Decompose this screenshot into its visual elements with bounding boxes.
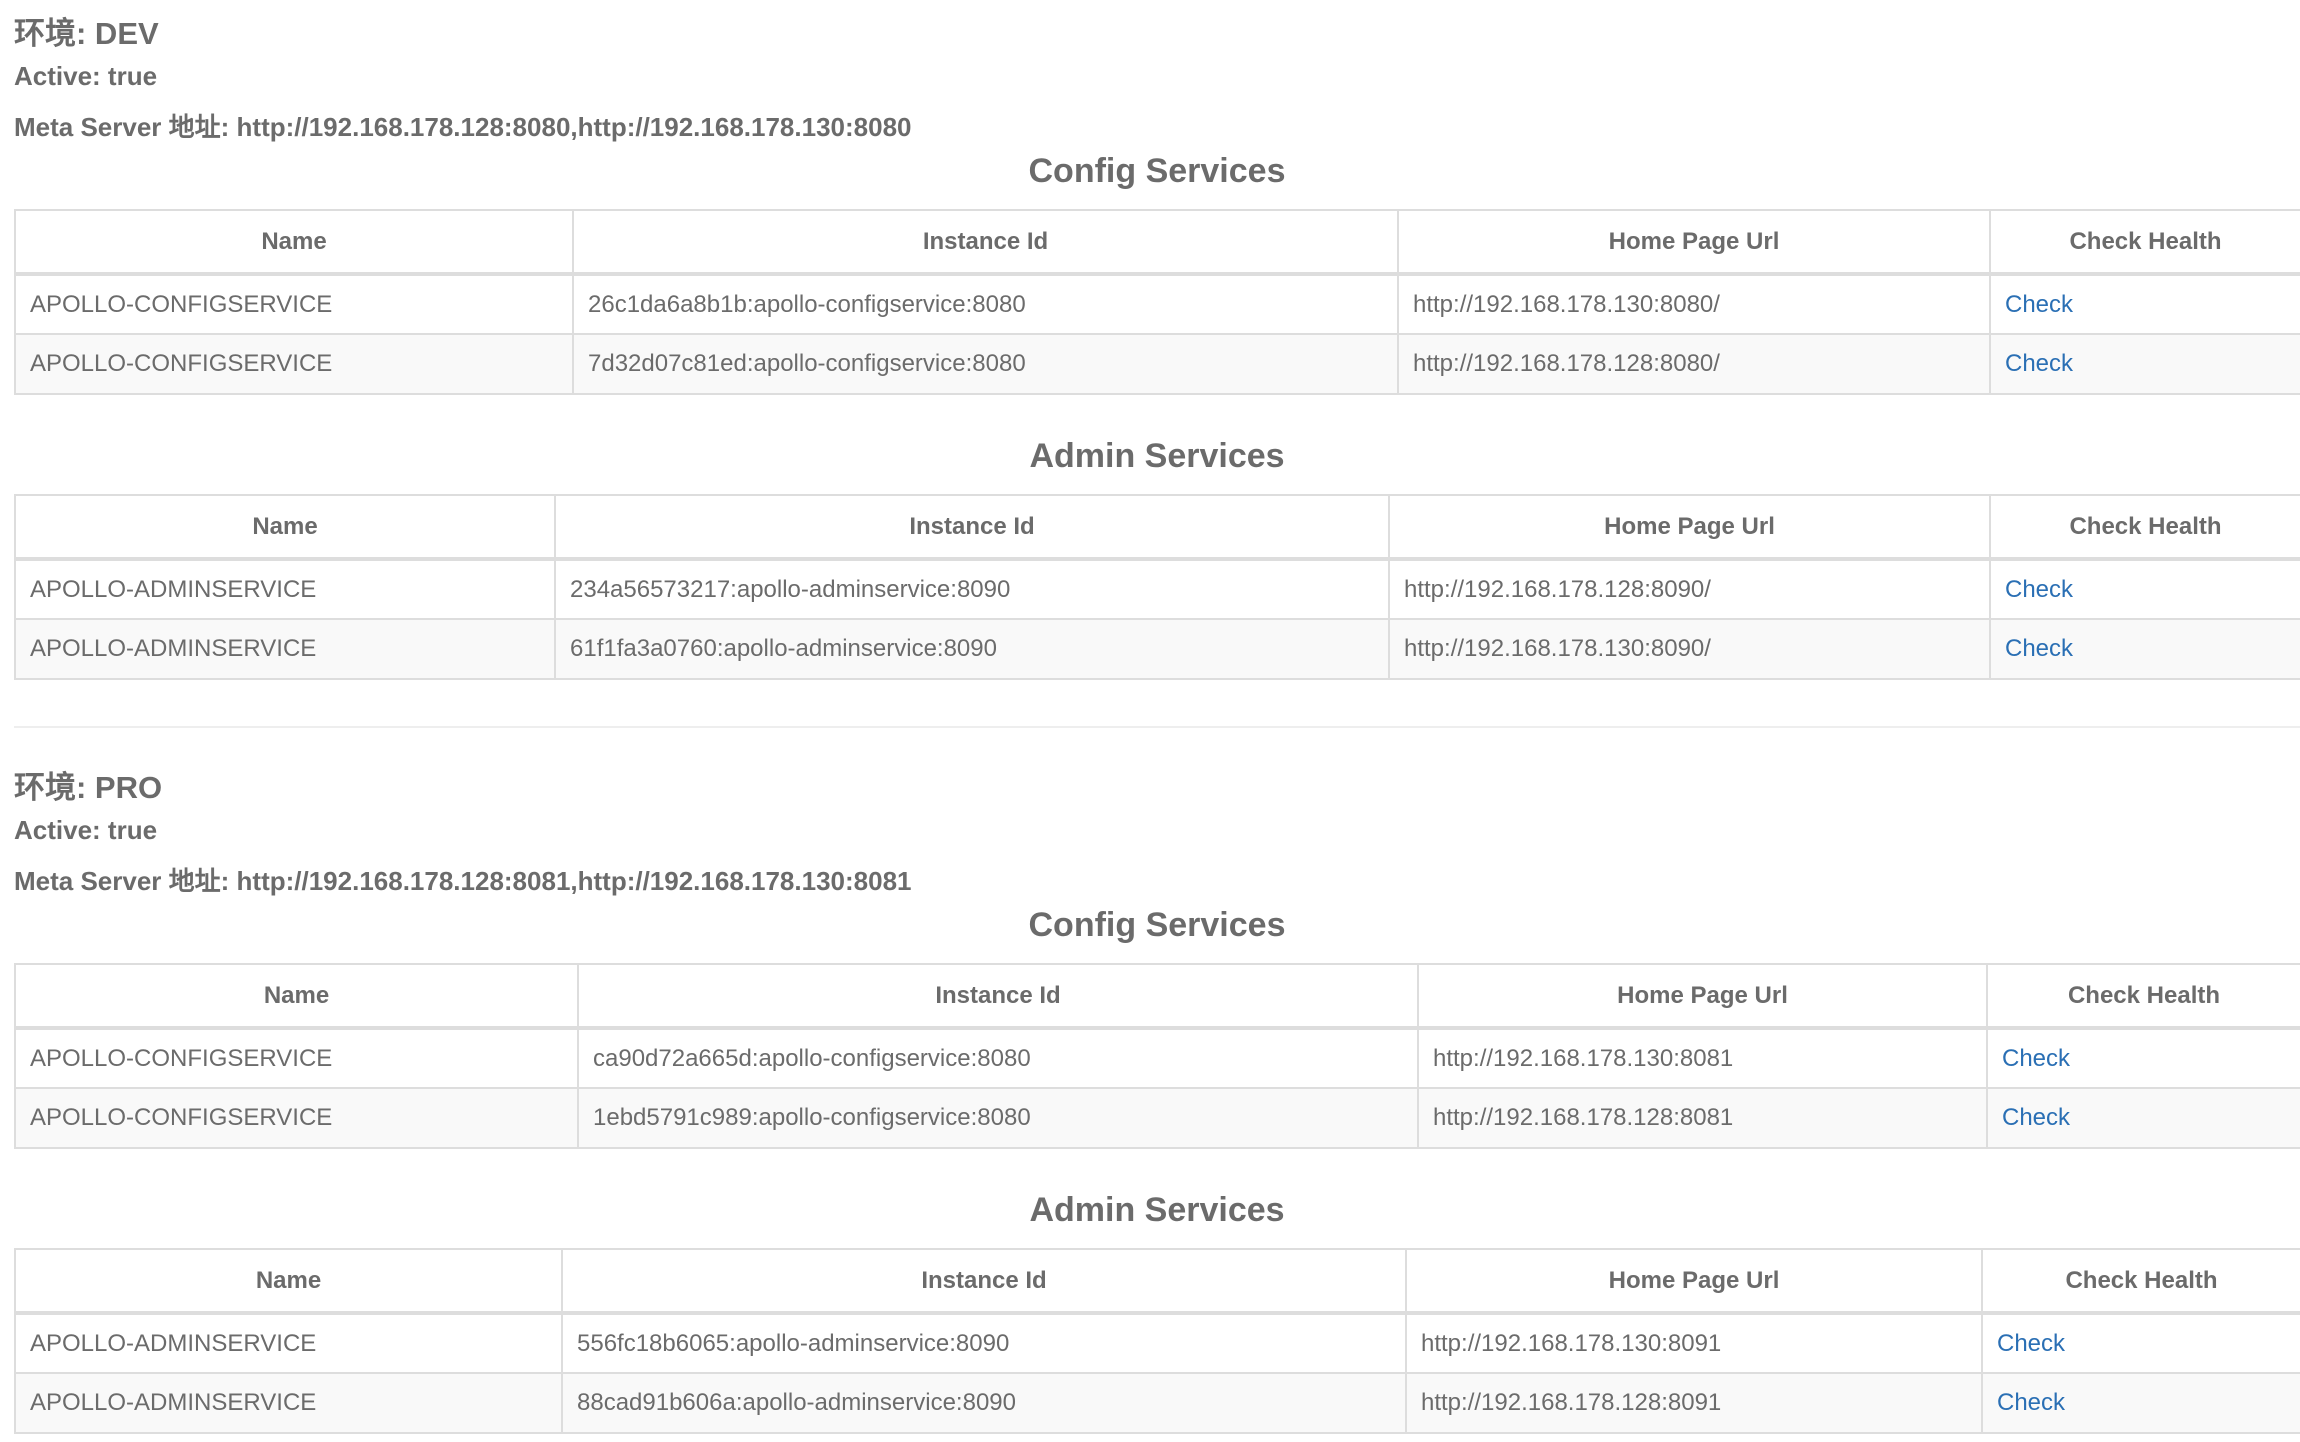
column-header-instance-id: Instance Id	[554, 494, 1390, 561]
cell-home-page-url: http://192.168.178.128:8080/	[1397, 333, 1991, 395]
env-title: 环境: DEV	[14, 16, 159, 51]
admin-services-title: Admin Services	[1029, 437, 1285, 475]
check-link[interactable]: Check	[2005, 635, 2073, 662]
cell-home-page-url: http://192.168.178.128:8081	[1417, 1087, 1988, 1149]
column-header-home-page-url: Home Page Url	[1405, 1248, 1983, 1315]
cell-home-page-url: http://192.168.178.130:8080/	[1397, 273, 1991, 335]
env-title: 环境: PRO	[14, 770, 163, 805]
config-services-title: Config Services	[1028, 906, 1286, 944]
cell-name: APOLLO-CONFIGSERVICE	[14, 1027, 579, 1089]
cell-name: APOLLO-ADMINSERVICE	[14, 1372, 563, 1434]
check-link[interactable]: Check	[2005, 576, 2073, 603]
column-header-check-health: Check Health	[1989, 494, 2300, 561]
column-header-name: Name	[14, 1248, 563, 1315]
cell-home-page-url: http://192.168.178.130:8090/	[1388, 618, 1991, 680]
table-header-row: Name Instance Id Home Page Url Check Hea…	[14, 494, 2300, 561]
section-divider	[14, 726, 2300, 728]
cell-home-page-url: http://192.168.178.128:8090/	[1388, 558, 1991, 620]
table-row: APOLLO-CONFIGSERVICE 7d32d07c81ed:apollo…	[14, 333, 2300, 395]
column-header-name: Name	[14, 209, 574, 276]
cell-name: APOLLO-CONFIGSERVICE	[14, 1087, 579, 1149]
config-services-table: Name Instance Id Home Page Url Check Hea…	[14, 963, 2300, 1149]
config-services-title: Config Services	[1028, 152, 1286, 190]
column-header-instance-id: Instance Id	[561, 1248, 1407, 1315]
env-meta-server: Meta Server 地址: http://192.168.178.128:8…	[14, 866, 912, 896]
cell-name: APOLLO-ADMINSERVICE	[14, 558, 556, 620]
column-header-home-page-url: Home Page Url	[1417, 963, 1988, 1030]
table-row: APOLLO-ADMINSERVICE 234a56573217:apollo-…	[14, 558, 2300, 620]
cell-instance-id: 88cad91b606a:apollo-adminservice:8090	[561, 1372, 1407, 1434]
cell-instance-id: 26c1da6a8b1b:apollo-configservice:8080	[572, 273, 1399, 335]
config-services-table: Name Instance Id Home Page Url Check Hea…	[14, 209, 2300, 395]
cell-instance-id: 7d32d07c81ed:apollo-configservice:8080	[572, 333, 1399, 395]
check-link[interactable]: Check	[2002, 1045, 2070, 1072]
column-header-check-health: Check Health	[1989, 209, 2300, 276]
check-link[interactable]: Check	[2005, 350, 2073, 377]
env-active-status: Active: true	[14, 815, 158, 845]
column-header-check-health: Check Health	[1986, 963, 2300, 1030]
cell-instance-id: 556fc18b6065:apollo-adminservice:8090	[561, 1312, 1407, 1374]
table-row: APOLLO-CONFIGSERVICE 1ebd5791c989:apollo…	[14, 1087, 2300, 1149]
cell-name: APOLLO-ADMINSERVICE	[14, 1312, 563, 1374]
admin-services-title: Admin Services	[1029, 1191, 1285, 1229]
cell-check-health: Check	[1981, 1372, 2300, 1434]
table-row: APOLLO-ADMINSERVICE 88cad91b606a:apollo-…	[14, 1372, 2300, 1434]
column-header-instance-id: Instance Id	[577, 963, 1419, 1030]
cell-home-page-url: http://192.168.178.130:8081	[1417, 1027, 1988, 1089]
env-active-status: Active: true	[14, 61, 158, 91]
column-header-name: Name	[14, 494, 556, 561]
check-link[interactable]: Check	[1997, 1389, 2065, 1416]
env-meta-server: Meta Server 地址: http://192.168.178.128:8…	[14, 112, 912, 142]
cell-instance-id: 234a56573217:apollo-adminservice:8090	[554, 558, 1390, 620]
cell-instance-id: ca90d72a665d:apollo-configservice:8080	[577, 1027, 1419, 1089]
table-header-row: Name Instance Id Home Page Url Check Hea…	[14, 963, 2300, 1030]
cell-instance-id: 1ebd5791c989:apollo-configservice:8080	[577, 1087, 1419, 1149]
column-header-name: Name	[14, 963, 579, 1030]
cell-name: APOLLO-CONFIGSERVICE	[14, 333, 574, 395]
cell-check-health: Check	[1981, 1312, 2300, 1374]
cell-check-health: Check	[1989, 618, 2300, 680]
column-header-instance-id: Instance Id	[572, 209, 1399, 276]
table-row: APOLLO-ADMINSERVICE 556fc18b6065:apollo-…	[14, 1312, 2300, 1374]
admin-services-table: Name Instance Id Home Page Url Check Hea…	[14, 1248, 2300, 1434]
table-header-row: Name Instance Id Home Page Url Check Hea…	[14, 209, 2300, 276]
cell-check-health: Check	[1989, 333, 2300, 395]
table-row: APOLLO-CONFIGSERVICE 26c1da6a8b1b:apollo…	[14, 273, 2300, 335]
cell-name: APOLLO-ADMINSERVICE	[14, 618, 556, 680]
column-header-home-page-url: Home Page Url	[1397, 209, 1991, 276]
cell-check-health: Check	[1986, 1027, 2300, 1089]
admin-services-table: Name Instance Id Home Page Url Check Hea…	[14, 494, 2300, 680]
cell-home-page-url: http://192.168.178.130:8091	[1405, 1312, 1983, 1374]
cell-home-page-url: http://192.168.178.128:8091	[1405, 1372, 1983, 1434]
cell-check-health: Check	[1986, 1087, 2300, 1149]
column-header-home-page-url: Home Page Url	[1388, 494, 1991, 561]
cell-check-health: Check	[1989, 273, 2300, 335]
table-header-row: Name Instance Id Home Page Url Check Hea…	[14, 1248, 2300, 1315]
cell-name: APOLLO-CONFIGSERVICE	[14, 273, 574, 335]
check-link[interactable]: Check	[2005, 291, 2073, 318]
column-header-check-health: Check Health	[1981, 1248, 2300, 1315]
cell-check-health: Check	[1989, 558, 2300, 620]
cell-instance-id: 61f1fa3a0760:apollo-adminservice:8090	[554, 618, 1390, 680]
check-link[interactable]: Check	[1997, 1330, 2065, 1357]
check-link[interactable]: Check	[2002, 1104, 2070, 1131]
table-row: APOLLO-CONFIGSERVICE ca90d72a665d:apollo…	[14, 1027, 2300, 1089]
table-row: APOLLO-ADMINSERVICE 61f1fa3a0760:apollo-…	[14, 618, 2300, 680]
